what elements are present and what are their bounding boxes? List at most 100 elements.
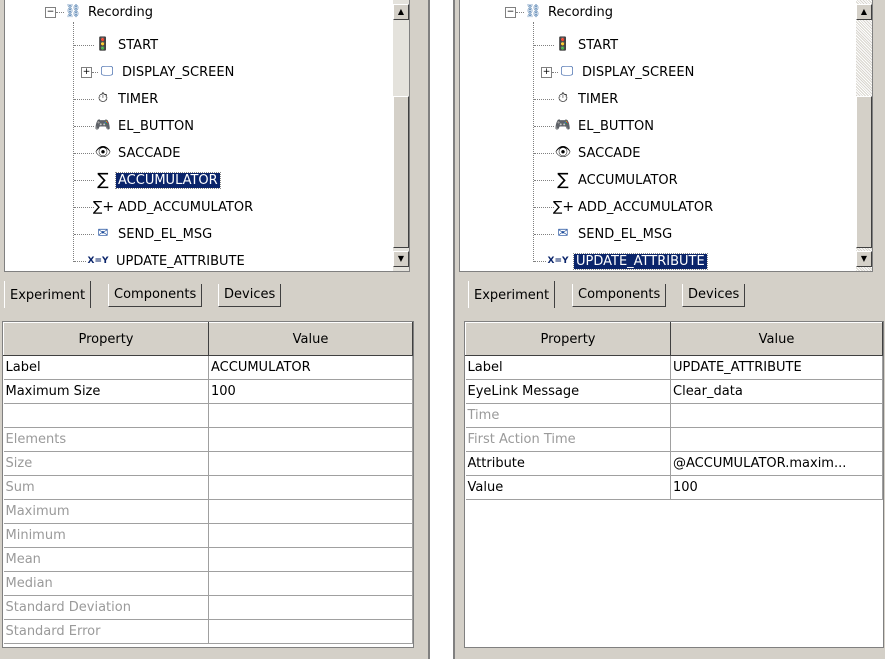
property-name: Attribute [465,451,671,476]
property-value[interactable]: 100 [208,379,413,404]
table-row: Elements [3,427,413,452]
table-row[interactable]: Label ACCUMULATOR [3,355,413,380]
property-value[interactable]: ACCUMULATOR [208,355,413,380]
tree-item-start[interactable]: 🚦 START [93,36,160,54]
message-icon: ✉ [557,226,569,241]
tree-root[interactable]: ⛓ Recording [523,3,615,21]
table-row: Standard Error [3,619,413,644]
tree-item-timer[interactable]: ⏱ TIMER [553,90,620,108]
property-header[interactable]: Property [3,322,209,356]
tree-item-accumulator[interactable]: ∑ ACCUMULATOR [553,171,680,189]
table-row: Maximum [3,499,413,524]
table-row[interactable]: Maximum Size 100 [3,379,413,404]
property-name: Elements [3,427,209,452]
right-panel: − ⛓ Recording 🚦 START + 🖵 DISPLAY_SCREEN… [455,0,885,659]
table-row[interactable]: EyeLink Message Clear_data [465,379,883,404]
tree-root[interactable]: ⛓ Recording [63,3,155,21]
experiment-tree[interactable]: − ⛓ Recording 🚦 START + 🖵 DISPLAY_SCREEN… [4,0,410,272]
tree-scrollbar[interactable]: ▲ ▼ [856,0,872,271]
property-value[interactable]: @ACCUMULATOR.maxim... [670,451,883,476]
property-grid: Property Value Label UPDATE_ATTRIBUTE Eye… [464,321,884,648]
collapse-root-icon[interactable]: − [45,7,56,18]
tree-scrollbar[interactable]: ▲ ▼ [393,0,409,271]
scroll-thumb[interactable] [856,96,872,248]
table-row[interactable]: Value 100 [465,475,883,500]
tree-root-label: Recording [88,4,154,20]
sigma-plus-icon: ∑+ [553,199,575,215]
tree-item-add-accumulator[interactable]: ∑+ ADD_ACCUMULATOR [553,198,715,216]
tab-devices[interactable]: Devices [682,284,746,307]
tree-item-saccade[interactable]: 👁 SACCADE [553,144,642,162]
network-icon: ⛓ [64,4,82,19]
tree-item-update-attribute[interactable]: X=Y UPDATE_ATTRIBUTE [545,252,708,270]
property-value[interactable]: UPDATE_ATTRIBUTE [670,355,883,380]
property-value[interactable]: 100 [670,475,883,500]
property-header[interactable]: Property [465,322,671,356]
property-value [208,475,413,500]
property-name: Mean [3,547,209,572]
property-value [208,451,413,476]
sigma-icon: ∑ [557,170,569,190]
tree-item-add-accumulator[interactable]: ∑+ ADD_ACCUMULATOR [93,198,255,216]
tree-item-send-el-msg[interactable]: ✉ SEND_EL_MSG [93,225,214,243]
tree-item-saccade[interactable]: 👁 SACCADE [93,144,182,162]
tree-item-send-el-msg[interactable]: ✉ SEND_EL_MSG [553,225,674,243]
tree-item-display-screen[interactable]: 🖵 DISPLAY_SCREEN [97,63,236,81]
table-row: Minimum [3,523,413,548]
value-header[interactable]: Value [208,322,413,356]
scroll-down-icon[interactable]: ▼ [856,251,872,267]
tab-components[interactable]: Components [572,284,667,307]
tree-item-update-attribute[interactable]: X=Y UPDATE_ATTRIBUTE [85,252,247,270]
sigma-plus-icon: ∑+ [93,199,115,215]
value-header[interactable]: Value [670,322,883,356]
monitor-icon: 🖵 [560,64,574,79]
panel-divider [428,0,430,659]
scroll-thumb[interactable] [393,96,409,248]
traffic-light-icon: 🚦 [94,37,112,52]
table-row: Standard Deviation [3,595,413,620]
tree-item-display-screen[interactable]: 🖵 DISPLAY_SCREEN [557,63,696,81]
property-value [208,523,413,548]
table-row[interactable]: Label UPDATE_ATTRIBUTE [465,355,883,380]
table-row: Median [3,571,413,596]
tree-item-el-button[interactable]: 🎮 EL_BUTTON [553,117,656,135]
monitor-icon: 🖵 [100,64,114,79]
tree-item-start[interactable]: 🚦 START [553,36,620,54]
tree-item-accumulator[interactable]: ∑ ACCUMULATOR [93,170,221,190]
sigma-icon: ∑ [97,170,109,190]
gamepad-icon: 🎮 [554,118,572,133]
tab-components[interactable]: Components [108,284,203,307]
eye-icon: 👁 [554,145,572,160]
x-equals-y-icon: X=Y [547,256,569,266]
property-value [670,403,883,428]
table-row: Time [465,403,883,428]
scroll-up-icon[interactable]: ▲ [856,4,872,20]
property-value [208,403,413,428]
tab-experiment[interactable]: Experiment [4,281,92,308]
property-name: Minimum [3,523,209,548]
experiment-tree[interactable]: − ⛓ Recording 🚦 START + 🖵 DISPLAY_SCREEN… [459,0,873,272]
property-value[interactable]: Clear_data [670,379,883,404]
expand-display-screen-icon[interactable]: + [81,67,92,78]
property-name: Size [3,451,209,476]
expand-display-screen-icon[interactable]: + [541,67,552,78]
tree-item-el-button[interactable]: 🎮 EL_BUTTON [93,117,196,135]
message-icon: ✉ [97,226,109,241]
x-equals-y-icon: X=Y [87,256,109,266]
property-name [3,403,209,428]
property-name: Median [3,571,209,596]
table-row[interactable]: Attribute @ACCUMULATOR.maxim... [465,451,883,476]
tab-devices[interactable]: Devices [218,284,282,307]
property-value [208,499,413,524]
property-name: Maximum [3,499,209,524]
table-row: First Action Time [465,427,883,452]
gamepad-icon: 🎮 [94,118,112,133]
scroll-up-icon[interactable]: ▲ [393,4,409,20]
collapse-root-icon[interactable]: − [505,7,516,18]
property-name: Value [465,475,671,500]
tab-experiment[interactable]: Experiment [468,281,556,308]
left-panel: − ⛓ Recording 🚦 START + 🖵 DISPLAY_SCREEN… [0,0,428,659]
table-row: Mean [3,547,413,572]
scroll-down-icon[interactable]: ▼ [393,251,409,267]
tree-item-timer[interactable]: ⏱ TIMER [93,90,160,108]
